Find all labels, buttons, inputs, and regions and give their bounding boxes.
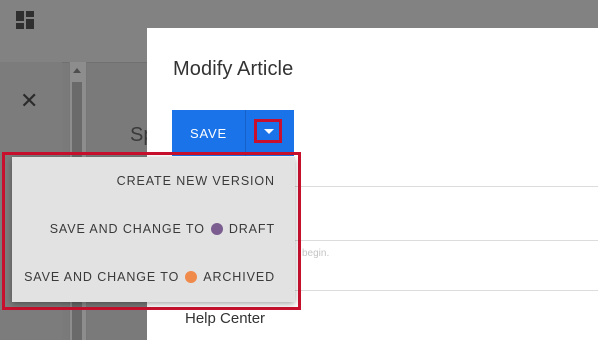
- menu-item-label: SAVE AND CHANGE TO: [24, 270, 180, 284]
- menu-item-status: ARCHIVED: [203, 270, 275, 284]
- menu-item-status: DRAFT: [228, 222, 275, 236]
- modal-title: Modify Article: [173, 58, 294, 80]
- archived-status-dot-icon: [185, 271, 198, 283]
- menu-item-save-archived[interactable]: SAVE AND CHANGE TO ARCHIVED: [24, 265, 275, 289]
- menu-item-save-draft[interactable]: SAVE AND CHANGE TO DRAFT: [50, 217, 275, 241]
- scroll-up-arrow-icon[interactable]: [73, 68, 81, 73]
- menu-item-label: SAVE AND CHANGE TO: [49, 222, 205, 236]
- close-icon[interactable]: ✕: [20, 91, 40, 113]
- menu-item-create-new-version[interactable]: CREATE NEW VERSION: [117, 169, 275, 193]
- menu-item-label: CREATE NEW VERSION: [116, 174, 275, 188]
- caret-down-icon: [264, 129, 274, 134]
- field-hint: begin.: [302, 248, 330, 259]
- save-split-button: SAVE: [172, 110, 294, 156]
- save-options-dropdown-button[interactable]: [246, 110, 294, 156]
- help-center-field[interactable]: Help Center: [185, 310, 265, 327]
- save-options-menu: CREATE NEW VERSION SAVE AND CHANGE TO DR…: [12, 157, 295, 302]
- draft-status-dot-icon: [210, 223, 223, 235]
- dashboard-grid-icon[interactable]: [16, 11, 34, 29]
- save-button[interactable]: SAVE: [172, 110, 245, 156]
